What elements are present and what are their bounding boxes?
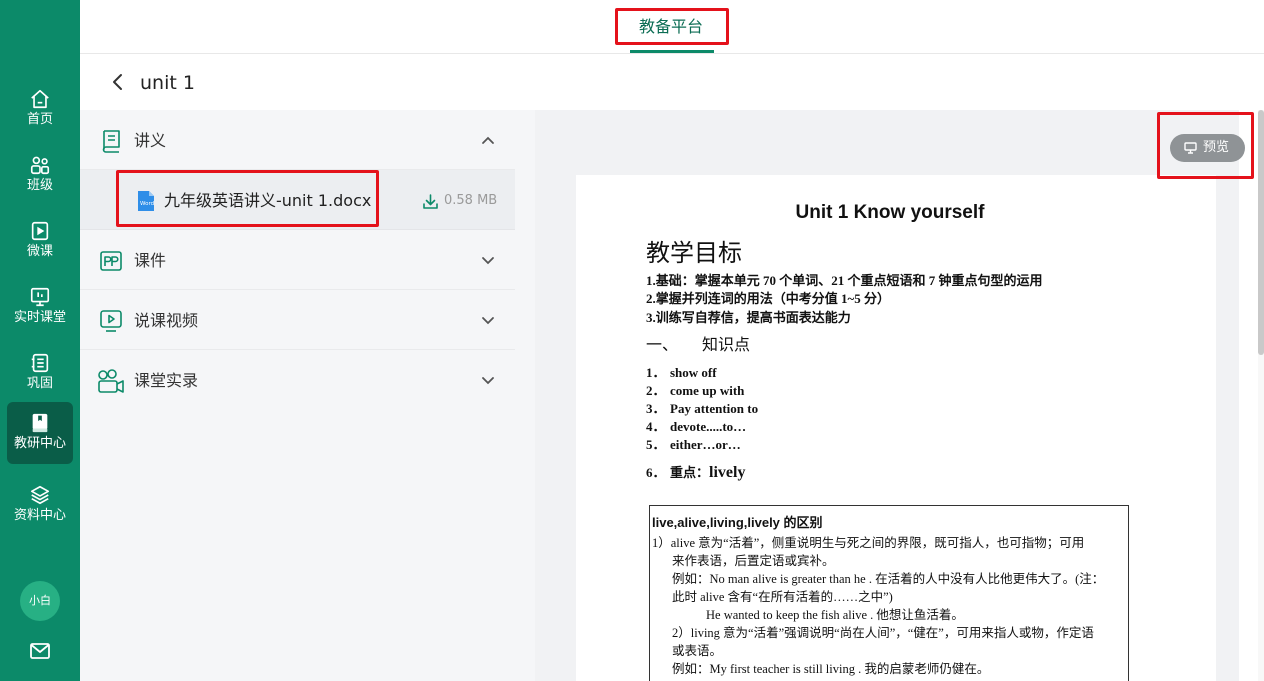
sidebar-item-live-class[interactable]: 实时课堂: [7, 276, 73, 338]
point-text: either…or…: [670, 437, 741, 452]
highlight-box: [1157, 112, 1254, 179]
table-line: 来作表语，后置定语或宾补。: [672, 554, 835, 568]
table-line: 2）living 意为“活着”强调说明“尚在人间”，“健在”，可用来指人或物，作…: [672, 626, 1094, 640]
doc-key-point: 6． 重点：lively: [646, 464, 745, 482]
key-point-label: 重点：: [670, 465, 710, 480]
chevron-down-icon[interactable]: [480, 254, 496, 266]
table-line: 例如：No man alive is greater than he . 在活着…: [672, 572, 1105, 586]
home-icon: [31, 89, 49, 109]
sidebar-item-research-center[interactable]: 教研中心: [7, 402, 73, 464]
camera-record-icon: [98, 369, 124, 393]
mail-icon[interactable]: [29, 641, 51, 661]
doc-section-heading: 一、 知识点: [646, 335, 750, 357]
top-bar: 教备平台: [80, 0, 1264, 54]
sidebar-item-consolidate[interactable]: 巩固: [7, 342, 73, 404]
sidebar-item-label: 首页: [26, 112, 53, 127]
chevron-down-icon[interactable]: [480, 374, 496, 386]
handout-icon: [102, 130, 120, 153]
doc-goal: 1.基础：掌握本单元 70 个单词、21 个重点短语和 7 钟重点句型的运用: [646, 273, 1043, 288]
sidebar-item-label: 微课: [26, 244, 53, 259]
group-class-recording[interactable]: 课堂实录: [80, 350, 515, 410]
sidebar-nav: 首页 班级 微课 实时课堂 巩固 教研中心 资料中心 小白: [0, 0, 80, 681]
video-play-icon: [100, 310, 122, 332]
point-text: come up with: [670, 383, 745, 398]
notebook-icon: [31, 353, 49, 373]
group-handout[interactable]: 讲义: [80, 110, 515, 170]
live-class-icon: [30, 287, 50, 307]
video-icon: [31, 221, 49, 241]
sidebar-item-resource-center[interactable]: 资料中心: [7, 474, 73, 536]
download-icon[interactable]: [422, 193, 439, 210]
sidebar-item-label: 巩固: [26, 376, 53, 391]
key-point-word: lively: [709, 464, 746, 481]
section-title: 知识点: [702, 337, 751, 354]
table-line: 此时 alive 含有“在所有活着的……之中”): [672, 590, 893, 604]
layers-icon: [30, 485, 50, 505]
point-text: devote.....to…: [670, 419, 747, 434]
sidebar-item-label: 实时课堂: [13, 310, 66, 325]
sidebar-item-home[interactable]: 首页: [7, 78, 73, 140]
users-icon: [30, 156, 50, 175]
group-lecture-video[interactable]: 说课视频: [80, 290, 515, 350]
group-courseware[interactable]: 课件: [80, 230, 515, 290]
point-text: show off: [670, 365, 717, 380]
sidebar-item-label: 资料中心: [13, 508, 66, 523]
table-heading: live,alive,living,lively 的区别: [652, 515, 823, 530]
highlight-box: [116, 170, 379, 227]
point-number: 5．: [646, 437, 666, 452]
table-line: He wanted to keep the fish alive . 他想让鱼活…: [706, 608, 964, 622]
doc-heading: 教学目标: [646, 239, 742, 267]
section-number: 一、: [646, 337, 679, 354]
scrollbar-thumb[interactable]: [1258, 110, 1264, 355]
point-text: Pay attention to: [670, 401, 759, 416]
doc-goal: 2.掌握并列连词的用法（中考分值 1~5 分）: [646, 291, 891, 306]
highlight-box: [615, 8, 729, 45]
file-size: 0.58 MB: [444, 193, 498, 208]
sidebar-item-label: 教研中心: [13, 436, 66, 451]
sidebar-item-microlesson[interactable]: 微课: [7, 210, 73, 272]
document-page: Unit 1 Know yourself 教学目标 1.基础：掌握本单元 70 …: [576, 175, 1216, 681]
doc-point: 4． devote.....to…: [646, 418, 746, 436]
sidebar-item-label: 班级: [26, 178, 53, 193]
group-title: 说课视频: [134, 311, 199, 330]
table-line: 或表语。: [672, 644, 723, 658]
chevron-down-icon[interactable]: [480, 314, 496, 326]
table-line: 例如：My first teacher is still living . 我的…: [672, 662, 990, 676]
group-title: 讲义: [134, 131, 167, 150]
avatar[interactable]: 小白: [20, 581, 60, 621]
doc-goal: 3.训练写自荐信，提高书面表达能力: [646, 310, 851, 325]
point-number: 3．: [646, 401, 666, 416]
point-number: 1．: [646, 365, 666, 380]
ppt-icon: [100, 251, 122, 271]
doc-point: 3． Pay attention to: [646, 400, 758, 418]
doc-table: live,alive,living,lively 的区别 1）alive 意为“…: [649, 505, 1129, 681]
doc-point: 1． show off: [646, 364, 717, 382]
point-number: 4．: [646, 419, 666, 434]
table-line: 1）alive 意为“活着”，侧重说明生与死之间的界限，既可指人，也可指物；可用: [652, 536, 1085, 550]
doc-point: 5． either…or…: [646, 436, 741, 454]
chevron-up-icon[interactable]: [480, 134, 496, 146]
page-title: unit 1: [140, 72, 195, 94]
doc-title: Unit 1 Know yourself: [795, 202, 985, 223]
active-tab-indicator: [630, 50, 714, 53]
sidebar-item-class[interactable]: 班级: [7, 144, 73, 206]
resource-panel: 讲义 Word 九年级英语讲义-unit 1.docx 0.58 MB 课件 说…: [80, 110, 535, 681]
back-arrow-icon[interactable]: [110, 72, 126, 92]
group-title: 课堂实录: [134, 371, 199, 390]
doc-point: 2． come up with: [646, 382, 744, 400]
point-number: 2．: [646, 383, 666, 398]
research-book-icon: [32, 413, 48, 433]
group-title: 课件: [134, 251, 167, 270]
point-number: 6．: [646, 465, 666, 480]
